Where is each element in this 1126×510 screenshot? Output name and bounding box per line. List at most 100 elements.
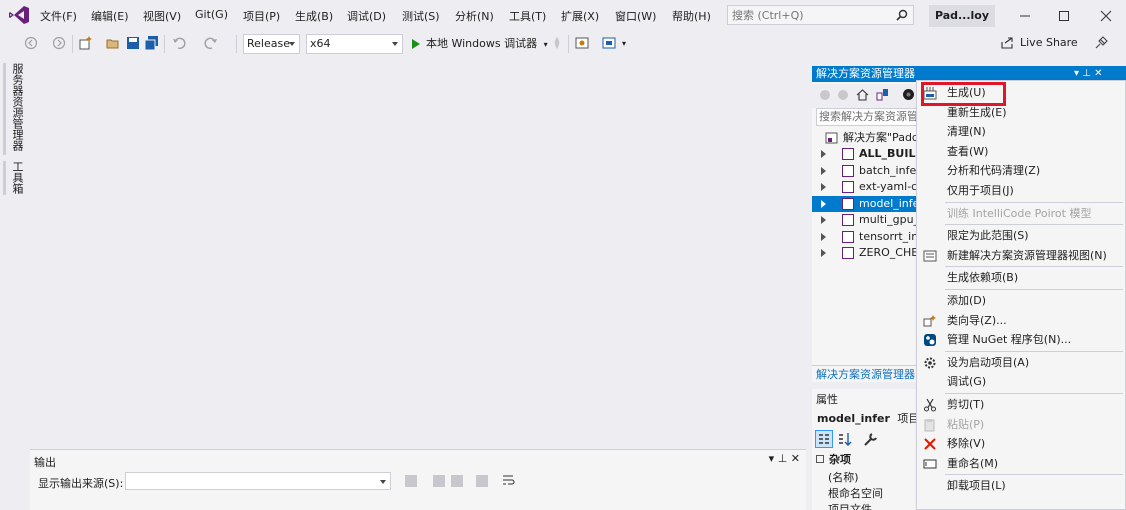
- category-label: 杂项: [829, 453, 851, 466]
- previous-message-icon[interactable]: [433, 475, 445, 487]
- menu-view[interactable]: 视图(V): [143, 8, 181, 24]
- menu-debug[interactable]: 调试(D): [347, 8, 386, 24]
- undo-icon[interactable]: [172, 36, 186, 50]
- context-menu-item[interactable]: 添加(D): [917, 291, 1125, 311]
- tab-server-explorer[interactable]: 服务器资源管理器: [9, 63, 25, 151]
- context-menu-item[interactable]: 分析和代码清理(Z): [917, 161, 1125, 181]
- hot-reload-icon[interactable]: [550, 36, 564, 50]
- close-icon[interactable]: [1096, 6, 1116, 26]
- context-menu-item[interactable]: 查看(W): [917, 142, 1125, 162]
- run-label: 本地 Windows 调试器: [426, 37, 538, 50]
- output-panel-controls[interactable]: ▾ ⊥ ✕: [769, 452, 800, 465]
- quick-search[interactable]: [727, 5, 914, 25]
- home-icon[interactable]: [856, 88, 869, 101]
- expand-icon[interactable]: [821, 166, 826, 175]
- wrench-icon[interactable]: [863, 431, 879, 447]
- expand-icon[interactable]: [821, 183, 826, 191]
- back-icon[interactable]: [24, 36, 38, 50]
- context-menu-item[interactable]: 重新生成(E): [917, 103, 1125, 123]
- menu-tools[interactable]: 工具(T): [509, 8, 546, 24]
- clear-all-icon[interactable]: [476, 475, 488, 487]
- properties-object-selector[interactable]: model_infer 项目属: [817, 410, 930, 426]
- expand-icon[interactable]: [821, 199, 826, 208]
- context-menu-item[interactable]: 清理(N): [917, 122, 1125, 142]
- redo-icon[interactable]: [204, 36, 218, 50]
- expand-icon[interactable]: [821, 150, 826, 158]
- menu-item-label: 剪切(T): [947, 398, 985, 411]
- menu-bar: 文件(F) 编辑(E) 视图(V) Git(G) 项目(P) 生成(B) 调试(…: [0, 0, 1126, 31]
- forward-icon[interactable]: [837, 89, 849, 101]
- save-all-icon[interactable]: [145, 36, 159, 50]
- menu-test[interactable]: 测试(S): [402, 8, 440, 24]
- find-message-icon[interactable]: [405, 475, 417, 487]
- context-menu-item[interactable]: 移除(V): [917, 434, 1125, 454]
- output-source-dropdown[interactable]: [125, 472, 391, 490]
- open-folder-icon[interactable]: [106, 36, 120, 50]
- tab-toolbox[interactable]: 工具箱: [9, 161, 25, 194]
- context-menu-item[interactable]: 卸载项目(L): [917, 476, 1125, 496]
- word-wrap-icon[interactable]: [502, 474, 515, 487]
- live-share-button[interactable]: Live Share: [1001, 36, 1078, 49]
- search-input[interactable]: [728, 6, 888, 24]
- context-menu-item[interactable]: 限定为此范围(S): [917, 226, 1125, 246]
- properties-title: 属性: [816, 393, 838, 406]
- project-label: ALL_BUILD: [859, 147, 925, 160]
- start-debugging-button[interactable]: 本地 Windows 调试器 ▾: [412, 34, 548, 54]
- feedback-icon[interactable]: [1094, 36, 1108, 50]
- property-project-file[interactable]: 项目文件: [828, 501, 872, 510]
- menu-item-label: 管理 NuGet 程序包(N)...: [947, 333, 1072, 347]
- menu-item-label: 调试(G): [947, 375, 987, 389]
- menu-analyze[interactable]: 分析(N): [455, 8, 494, 24]
- context-menu-item[interactable]: 仅用于项目(J): [917, 181, 1125, 201]
- new-project-icon[interactable]: [78, 36, 92, 50]
- solution-name-badge[interactable]: Pad...loy: [929, 5, 995, 27]
- menu-project[interactable]: 项目(P): [243, 8, 280, 24]
- property-category[interactable]: 杂项: [816, 451, 851, 467]
- platform-dropdown[interactable]: x64: [306, 34, 403, 54]
- forward-icon[interactable]: [52, 36, 66, 50]
- save-icon[interactable]: [126, 36, 140, 50]
- switch-views-icon[interactable]: [876, 88, 889, 101]
- property-root-namespace[interactable]: 根命名空间: [828, 485, 883, 501]
- menu-window[interactable]: 窗口(W): [615, 8, 656, 24]
- expand-icon[interactable]: [821, 232, 826, 241]
- settings-icon[interactable]: [902, 88, 915, 101]
- next-message-icon[interactable]: [451, 475, 463, 487]
- menu-separator: [945, 393, 1123, 394]
- search-icon: [896, 9, 908, 21]
- menu-extensions[interactable]: 扩展(X): [561, 8, 599, 24]
- menu-help[interactable]: 帮助(H): [672, 8, 711, 24]
- menu-file[interactable]: 文件(F): [40, 8, 77, 24]
- context-menu-item[interactable]: 生成依赖项(B): [917, 268, 1125, 288]
- menu-separator: [945, 289, 1123, 290]
- editor-area[interactable]: [30, 57, 806, 450]
- solution-label: 解决方案"Padd: [843, 131, 919, 144]
- menu-item-label: 重新生成(E): [947, 105, 1007, 119]
- context-menu-item[interactable]: 新建解决方案资源管理器视图(N): [917, 246, 1125, 266]
- context-menu-item[interactable]: 剪切(T): [917, 395, 1125, 415]
- context-menu-item[interactable]: 管理 NuGet 程序包(N)...: [917, 330, 1125, 350]
- toolbar-overflow-icon[interactable]: ▾: [622, 39, 626, 48]
- context-menu-item[interactable]: 设为启动项目(A): [917, 353, 1125, 373]
- maximize-icon[interactable]: [1054, 6, 1074, 26]
- menu-edit[interactable]: 编辑(E): [91, 8, 129, 24]
- configuration-dropdown[interactable]: Release: [243, 34, 300, 54]
- expand-icon[interactable]: [821, 249, 826, 257]
- property-name[interactable]: (名称): [828, 469, 859, 485]
- menu-git[interactable]: Git(G): [195, 8, 228, 21]
- minimize-icon[interactable]: [1015, 6, 1035, 26]
- categorized-icon[interactable]: [815, 430, 833, 448]
- alphabetical-icon[interactable]: [837, 431, 853, 447]
- expand-icon[interactable]: [821, 216, 826, 224]
- context-menu-item[interactable]: 调试(G): [917, 372, 1125, 392]
- project-label: batch_infer: [859, 163, 921, 177]
- screen-capture-icon[interactable]: [602, 36, 616, 50]
- project-icon: [842, 164, 854, 177]
- browse-icon[interactable]: [575, 36, 589, 50]
- context-menu-item[interactable]: 类向导(Z)...: [917, 311, 1125, 331]
- context-menu-item[interactable]: 重命名(M): [917, 454, 1125, 474]
- tab-indicator: [3, 161, 6, 195]
- menu-build[interactable]: 生成(B): [295, 8, 333, 24]
- project-icon: [842, 148, 854, 160]
- back-icon[interactable]: [819, 89, 831, 101]
